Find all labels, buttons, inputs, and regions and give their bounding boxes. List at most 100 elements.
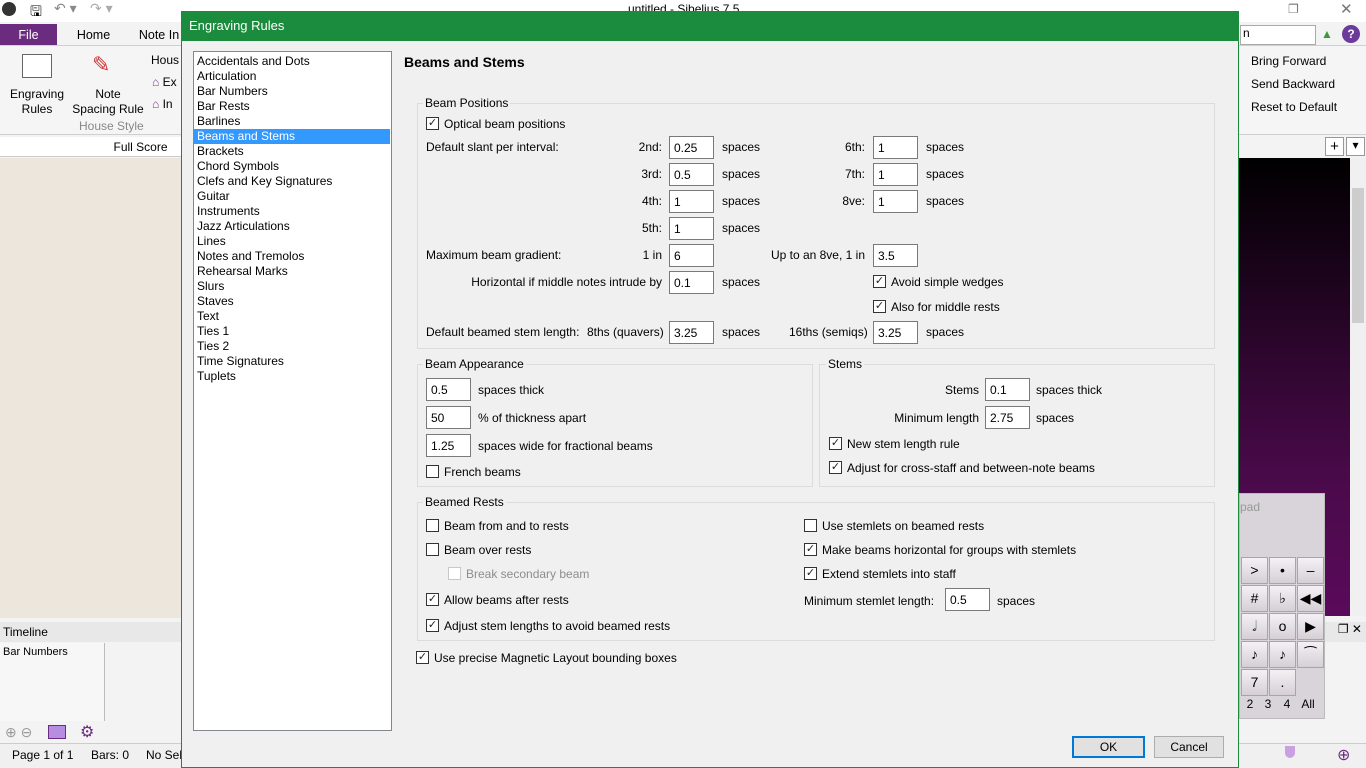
eighths-input[interactable] — [669, 321, 714, 344]
min-stemlet-input[interactable] — [945, 588, 990, 611]
sharp-key[interactable]: # — [1241, 585, 1268, 612]
category-item[interactable]: Beams and Stems — [194, 129, 390, 144]
slant-7th-input[interactable] — [873, 163, 918, 186]
category-item[interactable]: Bar Rests — [197, 99, 250, 114]
middle-rests-checkbox[interactable]: ✓ — [873, 300, 886, 313]
tab-menu-icon[interactable]: ▾ — [1346, 137, 1365, 156]
category-item[interactable]: Time Signatures — [197, 354, 284, 369]
fractional-beam-input[interactable] — [426, 434, 471, 457]
french-beams-checkbox[interactable] — [426, 465, 439, 478]
zoom-slider[interactable] — [1285, 746, 1295, 758]
ok-button[interactable]: OK — [1072, 736, 1145, 758]
add-tab-icon[interactable]: + — [1325, 137, 1344, 156]
bring-forward-button[interactable]: Bring Forward — [1251, 54, 1326, 68]
category-item[interactable]: Staves — [197, 294, 234, 309]
category-item[interactable]: Text — [197, 309, 219, 324]
rest-key[interactable]: 7 — [1241, 669, 1268, 696]
octave-gradient-input[interactable] — [873, 244, 918, 267]
restore-icon[interactable]: ❐ — [1288, 2, 1299, 16]
cancel-button[interactable]: Cancel — [1154, 736, 1224, 758]
zoom-plus-icon[interactable]: ⊕ — [1337, 745, 1350, 765]
beam-thickness-input[interactable] — [426, 378, 471, 401]
beamed-rests-checkbox[interactable]: ✓ — [804, 543, 817, 556]
tab-home[interactable]: Home — [66, 24, 121, 46]
avoid-wedges-checkbox[interactable]: ✓ — [873, 275, 886, 288]
play-key[interactable]: ▶ — [1297, 613, 1324, 640]
category-item[interactable]: Rehearsal Marks — [197, 264, 288, 279]
tab-file[interactable]: File — [0, 24, 57, 46]
whole-note-key[interactable]: o — [1269, 613, 1296, 640]
slant-2nd-input[interactable] — [669, 136, 714, 159]
sixteenth-note-key[interactable]: ♪ — [1241, 641, 1268, 668]
accent-key[interactable]: > — [1241, 557, 1268, 584]
category-item[interactable]: Accidentals and Dots — [197, 54, 310, 69]
rewind-key[interactable]: ◀◀ — [1297, 585, 1324, 612]
category-item[interactable]: Instruments — [197, 204, 260, 219]
min-length-input[interactable] — [985, 406, 1030, 429]
magnetic-layout-checkbox[interactable]: ✓ — [416, 651, 429, 664]
category-item[interactable]: Barlines — [197, 114, 240, 129]
horizontal-input[interactable] — [669, 271, 714, 294]
max-gradient-input[interactable] — [669, 244, 714, 267]
cross-staff-checkbox[interactable]: ✓ — [829, 461, 842, 474]
staccato-key[interactable]: • — [1269, 557, 1296, 584]
category-item[interactable]: Notes and Tremolos — [197, 249, 304, 264]
tenuto-key[interactable]: – — [1297, 557, 1324, 584]
stem-thickness-input[interactable] — [985, 378, 1030, 401]
tab-note-input[interactable]: Note In — [136, 24, 182, 46]
beamed-rests-checkbox[interactable]: ✓ — [804, 567, 817, 580]
send-backward-button[interactable]: Send Backward — [1251, 77, 1335, 91]
export-button[interactable]: ⌂ Ex — [152, 75, 177, 89]
category-item[interactable]: Chord Symbols — [197, 159, 279, 174]
new-stem-rule-checkbox[interactable]: ✓ — [829, 437, 842, 450]
import-button[interactable]: ⌂ In — [152, 97, 173, 111]
beamed-rests-checkbox[interactable] — [426, 519, 439, 532]
close-icon[interactable]: ✕ — [1340, 0, 1353, 18]
category-item[interactable]: Tuplets — [197, 369, 236, 384]
beamed-rests-checkbox[interactable] — [804, 519, 817, 532]
slant-3rd-input[interactable] — [669, 163, 714, 186]
category-item[interactable]: Lines — [197, 234, 226, 249]
beamed-rests-checkbox[interactable]: ✓ — [426, 593, 439, 606]
optical-beam-checkbox[interactable]: ✓ — [426, 117, 439, 130]
save-icon[interactable]: 🖫 — [30, 1, 42, 25]
tab-full-score[interactable]: Full Score — [0, 137, 181, 157]
vertical-scrollbar[interactable] — [1350, 158, 1366, 616]
sixteenths-input[interactable] — [873, 321, 918, 344]
eighth-note-key[interactable]: ♪ — [1269, 641, 1296, 668]
category-item[interactable]: Ties 1 — [197, 324, 229, 339]
dot-key[interactable]: . — [1269, 669, 1296, 696]
category-item[interactable]: Jazz Articulations — [197, 219, 290, 234]
category-item[interactable]: Brackets — [197, 144, 244, 159]
half-note-key[interactable]: 𝅗𝅥 — [1241, 613, 1268, 640]
reset-to-default-button[interactable]: Reset to Default — [1251, 100, 1337, 114]
flat-key[interactable]: ♭ — [1269, 585, 1296, 612]
keypad-tab-4[interactable]: 4 — [1277, 697, 1297, 711]
redo-icon[interactable]: ↷ ▾ — [90, 0, 113, 17]
category-item[interactable]: Bar Numbers — [197, 84, 268, 99]
tie-key[interactable]: ⁀ — [1297, 641, 1324, 668]
beamed-rests-checkbox[interactable]: ✓ — [426, 619, 439, 632]
timeline-row[interactable]: Bar Numbers — [0, 643, 105, 721]
category-item[interactable]: Ties 2 — [197, 339, 229, 354]
fit-width-icon[interactable] — [48, 725, 66, 739]
category-item[interactable]: Slurs — [197, 279, 224, 294]
category-item[interactable]: Guitar — [197, 189, 230, 204]
help-icon[interactable]: ? — [1342, 25, 1360, 43]
category-item[interactable]: Clefs and Key Signatures — [197, 174, 332, 189]
keypad-tab-2[interactable]: 2 — [1241, 697, 1259, 711]
slant-4th-input[interactable] — [669, 190, 714, 213]
slant-8ve-input[interactable] — [873, 190, 918, 213]
zoom-in-icon[interactable]: ⊕ ⊖ — [5, 724, 32, 741]
note-spacing-rule-button[interactable]: Note Spacing Rule — [72, 87, 144, 117]
engraving-rules-button[interactable]: Engraving Rules — [8, 87, 66, 117]
slant-6th-input[interactable] — [873, 136, 918, 159]
keypad-tab-all[interactable]: All — [1297, 697, 1319, 711]
beam-apart-input[interactable] — [426, 406, 471, 429]
slant-5th-input[interactable] — [669, 217, 714, 240]
gear-icon[interactable]: ⚙ — [80, 722, 94, 742]
beamed-rests-checkbox[interactable] — [448, 567, 461, 580]
collapse-ribbon-icon[interactable]: ▲ — [1321, 27, 1333, 41]
undo-icon[interactable]: ↶ ▾ — [54, 0, 77, 17]
category-item[interactable]: Articulation — [197, 69, 256, 84]
